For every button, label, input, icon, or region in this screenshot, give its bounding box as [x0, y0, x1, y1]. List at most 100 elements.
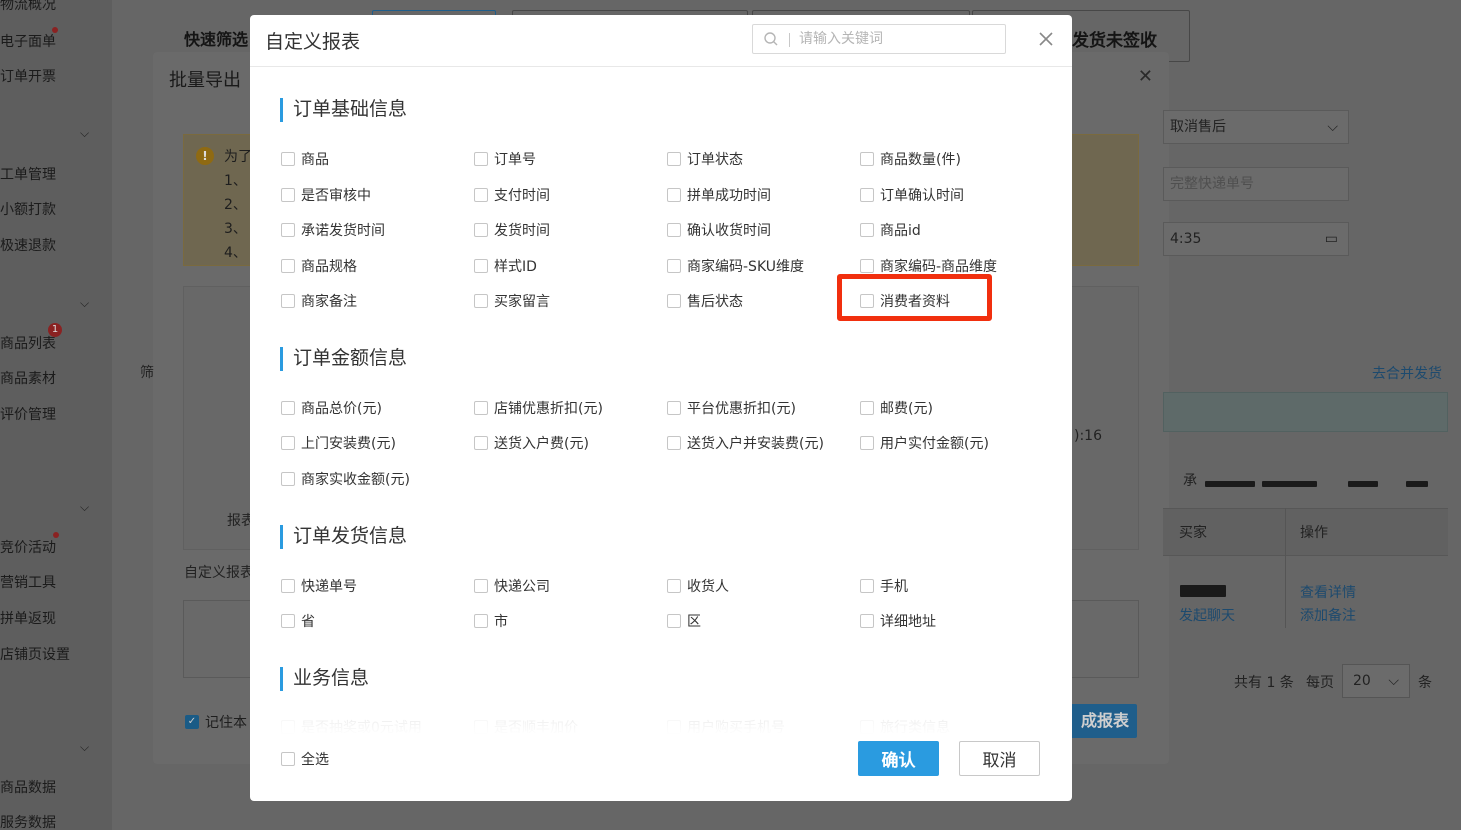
- checkbox-square[interactable]: [474, 579, 488, 593]
- report-field-checkbox[interactable]: 发货时间: [474, 220, 550, 240]
- report-field-checkbox[interactable]: 手机: [860, 576, 908, 596]
- checkbox-square[interactable]: [860, 579, 874, 593]
- checkbox-square[interactable]: [667, 294, 681, 308]
- search-input[interactable]: [799, 28, 999, 50]
- checkbox-square[interactable]: [474, 223, 488, 237]
- keyword-search[interactable]: [752, 24, 1006, 54]
- report-field-checkbox[interactable]: 商家编码-商品维度: [860, 256, 997, 276]
- report-field-checkbox[interactable]: 用户实付金额(元): [860, 433, 989, 453]
- tracking-number-input[interactable]: 完整快递单号: [1163, 167, 1349, 201]
- checkbox-square[interactable]: [281, 223, 295, 237]
- sidebar-item-product-assets[interactable]: 商品素材: [0, 368, 56, 388]
- sidebar-item-cashback[interactable]: 拼单返现: [0, 608, 56, 628]
- chevron-down-icon[interactable]: ⌵: [80, 126, 89, 141]
- checkbox-square[interactable]: [667, 401, 681, 415]
- checkbox-square[interactable]: [474, 294, 488, 308]
- checkbox-square[interactable]: [281, 401, 295, 415]
- report-field-checkbox[interactable]: 商家备注: [281, 291, 357, 311]
- checkbox-square[interactable]: [474, 188, 488, 202]
- checkbox-square[interactable]: [281, 472, 295, 486]
- sidebar-item-logistics[interactable]: 物流概况: [0, 0, 56, 14]
- checkbox-square[interactable]: [860, 152, 874, 166]
- sidebar-item-bidding[interactable]: 竞价活动: [0, 537, 56, 557]
- checkbox-square[interactable]: [667, 223, 681, 237]
- chevron-down-icon[interactable]: ⌵: [80, 740, 89, 755]
- checkbox-square[interactable]: [860, 436, 874, 450]
- report-field-checkbox[interactable]: 详细地址: [860, 611, 936, 631]
- report-field-checkbox[interactable]: 订单状态: [667, 149, 743, 169]
- report-field-checkbox[interactable]: 邮费(元): [860, 398, 933, 418]
- report-field-checkbox[interactable]: 省: [281, 611, 315, 631]
- sidebar-item-marketing[interactable]: 营销工具: [0, 572, 56, 592]
- report-field-checkbox[interactable]: 确认收货时间: [667, 220, 771, 240]
- filter-tab-label[interactable]: 发货未签收: [1072, 26, 1157, 51]
- remember-checkbox[interactable]: ✓ 记住本: [185, 712, 247, 732]
- report-field-checkbox[interactable]: 市: [474, 611, 508, 631]
- close-icon[interactable]: [1036, 29, 1056, 49]
- sidebar-item-invoice[interactable]: 订单开票: [0, 66, 56, 86]
- checkbox-square[interactable]: [281, 752, 295, 766]
- report-field-checkbox[interactable]: 商品id: [860, 220, 921, 240]
- report-field-checkbox[interactable]: 拼单成功时间: [667, 185, 771, 205]
- report-field-checkbox[interactable]: 支付时间: [474, 185, 550, 205]
- checkbox-square[interactable]: [281, 259, 295, 273]
- report-field-checkbox[interactable]: 区: [667, 611, 701, 631]
- merge-ship-link[interactable]: 去合并发货: [1372, 363, 1442, 383]
- checkbox-square[interactable]: [281, 188, 295, 202]
- checkbox-square[interactable]: [281, 614, 295, 628]
- checkbox-square[interactable]: [667, 614, 681, 628]
- sidebar-item-service-data[interactable]: 服务数据: [0, 812, 56, 830]
- checkbox-square[interactable]: [860, 614, 874, 628]
- report-field-checkbox[interactable]: 商品: [281, 149, 329, 169]
- sidebar-item-product-data[interactable]: 商品数据: [0, 777, 56, 797]
- add-note-link[interactable]: 添加备注: [1300, 605, 1356, 625]
- report-field-checkbox[interactable]: 是否审核中: [281, 185, 371, 205]
- report-field-checkbox[interactable]: 送货入户并安装费(元): [667, 433, 824, 453]
- checkbox-square[interactable]: [281, 579, 295, 593]
- sidebar-item-tickets[interactable]: 工单管理: [0, 164, 56, 184]
- time-range-input[interactable]: 4:35 ▭: [1163, 222, 1349, 256]
- checkbox-square[interactable]: [667, 188, 681, 202]
- checkbox-square[interactable]: [474, 614, 488, 628]
- checkbox-square[interactable]: [860, 259, 874, 273]
- report-field-checkbox[interactable]: 商品数量(件): [860, 149, 961, 169]
- start-chat-link[interactable]: 发起聊天: [1179, 605, 1235, 625]
- page-size-select[interactable]: 20 ⌵: [1342, 664, 1410, 698]
- checkbox-square[interactable]: [667, 152, 681, 166]
- cancel-button[interactable]: 取消: [959, 741, 1040, 776]
- checkbox-square[interactable]: [474, 401, 488, 415]
- report-field-checkbox[interactable]: 订单号: [474, 149, 536, 169]
- select-all-checkbox[interactable]: 全选: [281, 749, 329, 769]
- report-field-checkbox[interactable]: 商品规格: [281, 256, 357, 276]
- report-field-checkbox[interactable]: 商家实收金额(元): [281, 469, 410, 489]
- checkbox-square[interactable]: [474, 436, 488, 450]
- sidebar-item-shop-settings[interactable]: 店铺页设置: [0, 644, 70, 664]
- checkbox-square[interactable]: [474, 259, 488, 273]
- report-field-checkbox[interactable]: 售后状态: [667, 291, 743, 311]
- checkbox-square[interactable]: [667, 579, 681, 593]
- report-field-checkbox[interactable]: 买家留言: [474, 291, 550, 311]
- report-field-checkbox[interactable]: 商家编码-SKU维度: [667, 256, 804, 276]
- checkbox-square[interactable]: [281, 436, 295, 450]
- sidebar-item-fast-refund[interactable]: 极速退款: [0, 235, 56, 255]
- report-field-checkbox[interactable]: 平台优惠折扣(元): [667, 398, 796, 418]
- report-field-checkbox[interactable]: 收货人: [667, 576, 729, 596]
- checkbox-square[interactable]: [474, 152, 488, 166]
- report-field-checkbox[interactable]: 商品总价(元): [281, 398, 382, 418]
- checkbox-square[interactable]: [281, 294, 295, 308]
- report-field-checkbox[interactable]: 快递单号: [281, 576, 357, 596]
- chevron-down-icon[interactable]: ⌵: [80, 296, 89, 311]
- chevron-down-icon[interactable]: ⌵: [80, 500, 89, 515]
- after-sale-select[interactable]: 取消售后 ⌵: [1163, 110, 1349, 144]
- sidebar-item-e-waybill[interactable]: 电子面单: [0, 31, 56, 51]
- checkbox-square[interactable]: [860, 401, 874, 415]
- report-field-checkbox[interactable]: 送货入户费(元): [474, 433, 589, 453]
- checkbox-square[interactable]: [860, 188, 874, 202]
- close-icon[interactable]: ✕: [1138, 66, 1153, 87]
- report-field-checkbox[interactable]: 承诺发货时间: [281, 220, 385, 240]
- sidebar-item-reviews[interactable]: 评价管理: [0, 404, 56, 424]
- sidebar-item-small-payment[interactable]: 小额打款: [0, 199, 56, 219]
- sidebar-item-product-list[interactable]: 商品列表: [0, 333, 56, 353]
- report-field-checkbox[interactable]: 上门安装费(元): [281, 433, 396, 453]
- checkbox-square[interactable]: [860, 223, 874, 237]
